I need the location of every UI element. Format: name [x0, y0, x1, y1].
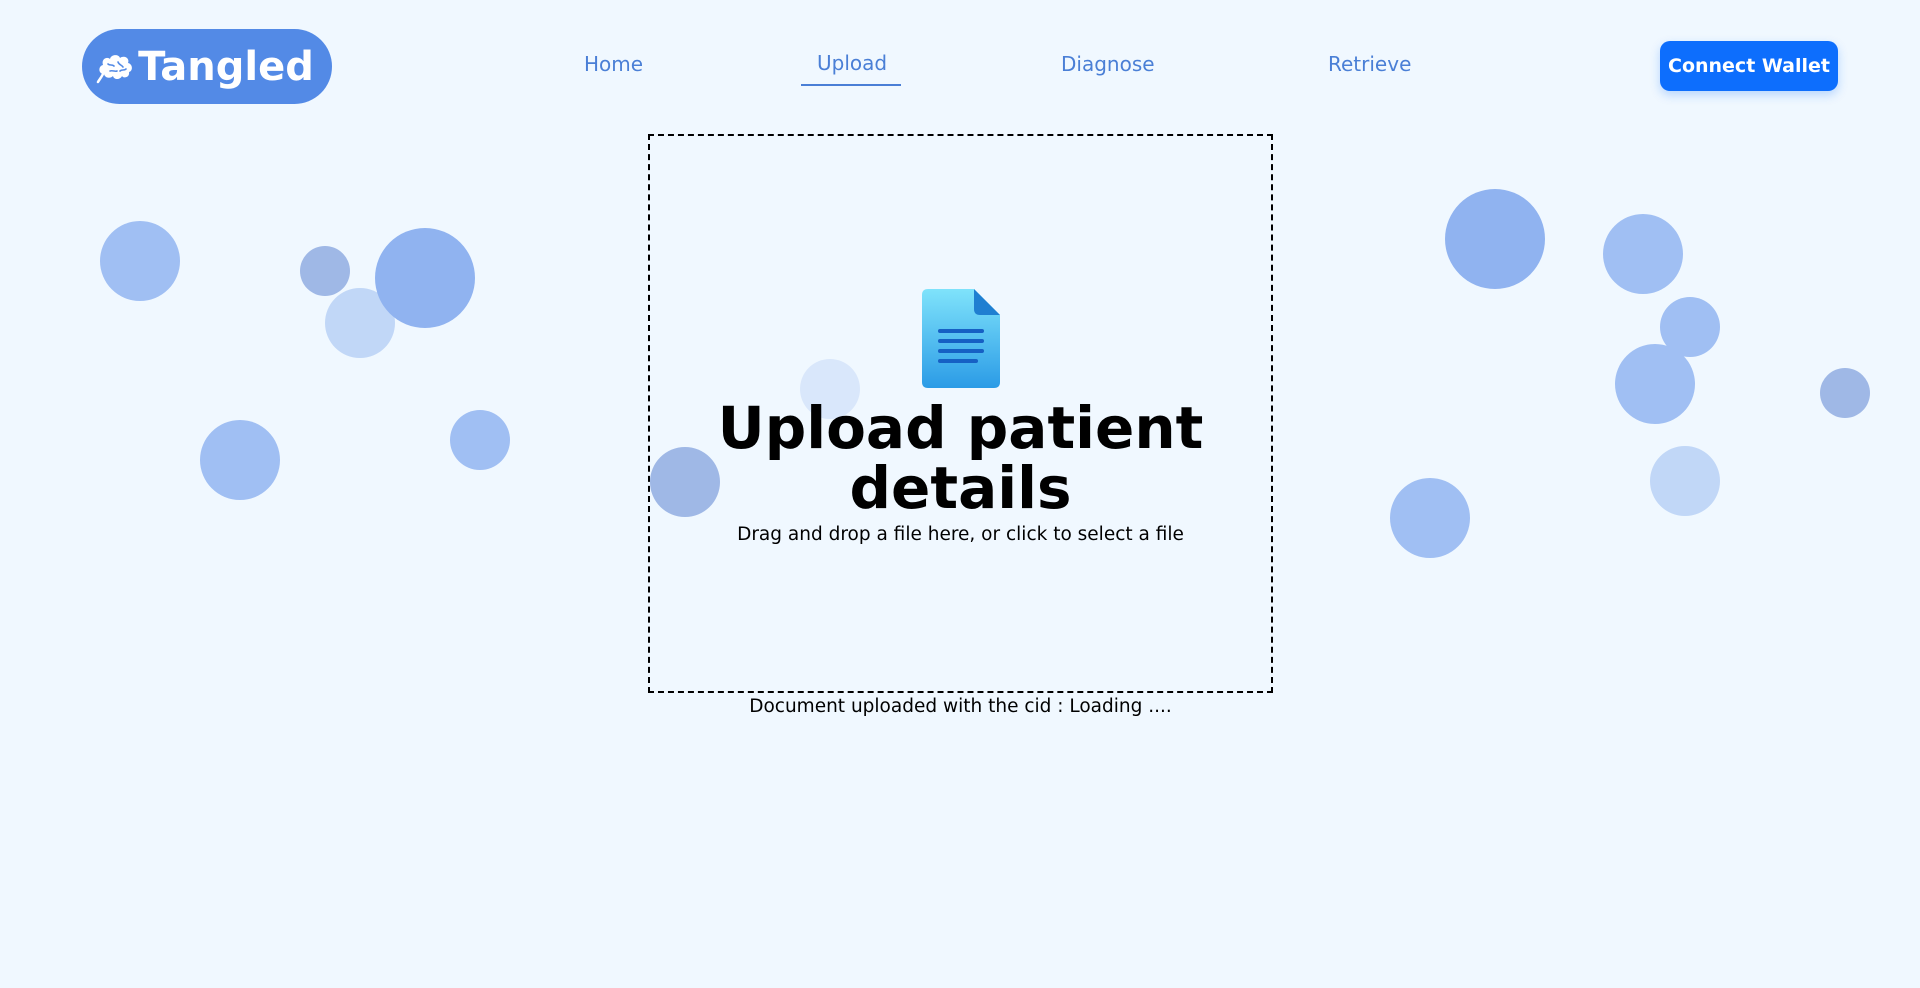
background-bubble	[1615, 344, 1695, 424]
background-bubble	[1390, 478, 1470, 558]
upload-title: Upload patient details	[717, 394, 1204, 522]
upload-status: Document uploaded with the cid : Loading…	[749, 696, 1172, 717]
background-bubble	[375, 228, 475, 328]
logo[interactable]: Tangled	[82, 29, 332, 104]
nav-upload[interactable]: Upload	[817, 51, 887, 75]
brain-icon	[96, 50, 136, 84]
background-bubble	[1650, 446, 1720, 516]
upload-instructions: Drag and drop a file here, or click to s…	[737, 524, 1184, 545]
background-bubble	[1603, 214, 1683, 294]
background-bubble	[100, 221, 180, 301]
background-bubble	[300, 246, 350, 296]
nav-retrieve[interactable]: Retrieve	[1328, 52, 1411, 76]
nav-active-indicator	[801, 84, 901, 86]
nav-diagnose[interactable]: Diagnose	[1061, 52, 1155, 76]
document-icon	[922, 289, 1000, 388]
background-bubble	[1820, 368, 1870, 418]
background-bubble	[450, 410, 510, 470]
connect-wallet-button[interactable]: Connect Wallet	[1660, 41, 1838, 91]
nav-home[interactable]: Home	[584, 52, 643, 76]
logo-text: Tangled	[138, 43, 314, 90]
background-bubble	[1445, 189, 1545, 289]
background-bubble	[200, 420, 280, 500]
